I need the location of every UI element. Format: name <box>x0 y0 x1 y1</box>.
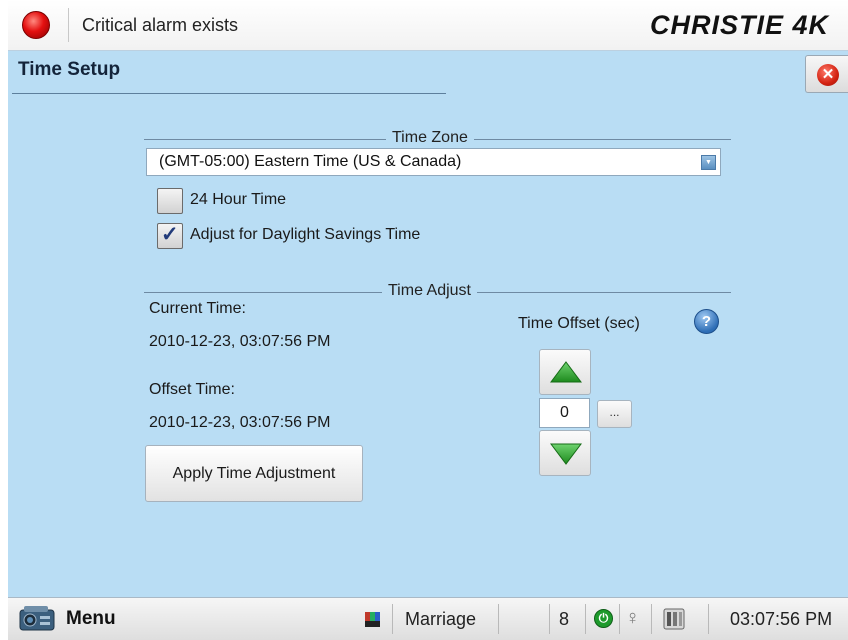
lamp-icon[interactable]: ♀ <box>625 607 640 630</box>
alarm-status-icon[interactable] <box>22 11 50 39</box>
offset-time-label: Offset Time: <box>149 381 235 398</box>
bottom-divider <box>619 604 620 634</box>
offset-time-value: 2010-12-23, 03:07:56 PM <box>149 414 331 431</box>
close-icon: ✕ <box>817 64 839 86</box>
power-icon[interactable]: ⏻ <box>594 609 613 628</box>
chevron-down-icon[interactable]: ▼ <box>701 155 716 170</box>
dst-checkbox[interactable]: ✓ <box>157 223 183 249</box>
clock-display: 03:07:56 PM <box>730 609 833 629</box>
shutter-icon[interactable] <box>660 606 688 632</box>
status-bar: Critical alarm exists CHRISTIE 4K <box>8 0 848 51</box>
ellipsis-button[interactable]: ... <box>597 400 632 428</box>
time-zone-legend: Time Zone <box>386 129 474 147</box>
christie-4k-logo: CHRISTIE 4K <box>650 10 830 40</box>
bottom-divider <box>498 604 499 634</box>
current-time-label: Current Time: <box>149 300 246 317</box>
time-offset-field[interactable]: 0 <box>539 398 590 428</box>
increment-button[interactable] <box>539 349 591 395</box>
apply-time-adjustment-button[interactable]: Apply Time Adjustment <box>145 445 363 502</box>
menu-button[interactable]: Menu <box>66 608 116 630</box>
time-adjust-legend: Time Adjust <box>382 282 477 300</box>
channel-number[interactable]: 8 <box>559 609 569 630</box>
status-bar-divider <box>68 8 69 42</box>
test-pattern-icon[interactable] <box>365 612 380 627</box>
active-input-label[interactable]: Marriage <box>405 609 476 630</box>
dst-label[interactable]: Adjust for Daylight Savings Time <box>190 226 420 244</box>
current-time-value: 2010-12-23, 03:07:56 PM <box>149 333 331 350</box>
bottom-divider <box>708 604 709 634</box>
time-offset-label: Time Offset (sec) <box>518 315 640 332</box>
up-arrow-icon <box>550 361 582 383</box>
hour24-checkbox[interactable] <box>157 188 183 214</box>
down-arrow-icon <box>550 443 582 465</box>
help-icon[interactable]: ? <box>694 309 719 334</box>
hour24-label[interactable]: 24 Hour Time <box>190 191 286 209</box>
time-setup-panel: Time Setup ✕ Time Zone (GMT-05:00) Easte… <box>8 51 848 597</box>
bottom-divider <box>549 604 550 634</box>
close-button[interactable]: ✕ <box>805 55 848 93</box>
bottom-divider <box>651 604 652 634</box>
title-underline <box>12 93 446 94</box>
time-zone-select-value: (GMT-05:00) Eastern Time (US & Canada) <box>159 153 462 170</box>
projector-menu-icon[interactable] <box>18 602 58 636</box>
bottom-bar: Menu Marriage 8 ⏻ ♀ 03:07:56 PM <box>8 597 848 640</box>
bottom-divider <box>392 604 393 634</box>
page-title: Time Setup <box>18 59 121 80</box>
time-zone-select[interactable]: (GMT-05:00) Eastern Time (US & Canada) ▼ <box>146 148 721 176</box>
bottom-divider <box>585 604 586 634</box>
alarm-message[interactable]: Critical alarm exists <box>82 15 238 36</box>
checkmark-icon: ✓ <box>161 223 179 246</box>
decrement-button[interactable] <box>539 430 591 476</box>
